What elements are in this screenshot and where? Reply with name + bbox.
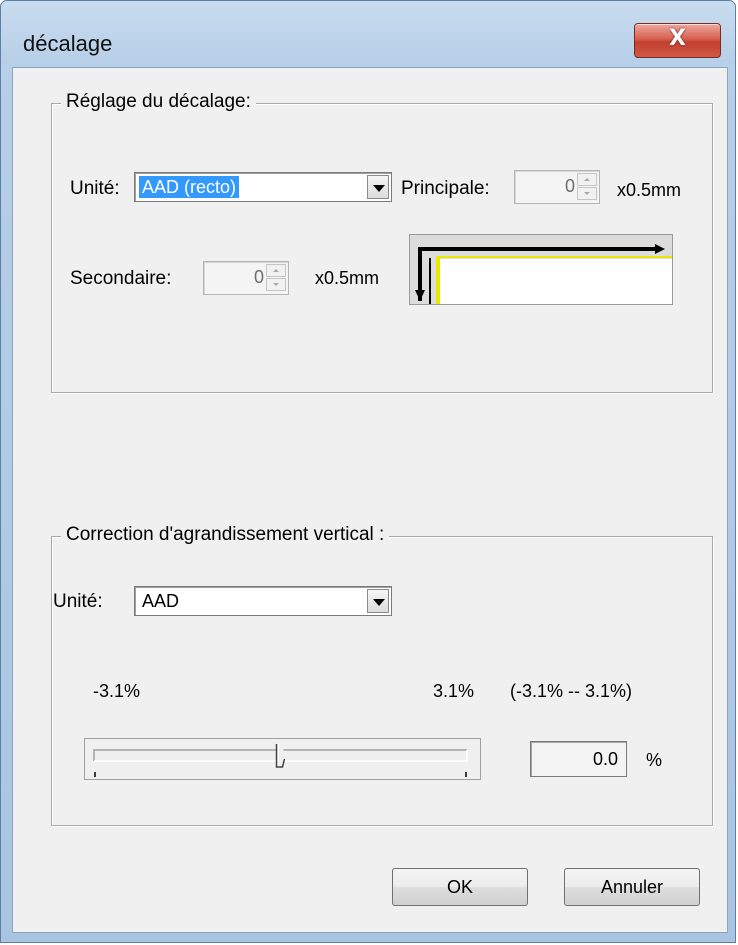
magnification-unit-dropdown[interactable]: AAD [134,586,392,616]
offset-unit-value: AAD (recto) [137,175,241,199]
secondary-unit: x0.5mm [315,268,380,288]
magnification-value-field[interactable]: 0.0 [530,741,627,777]
slider-thumb[interactable] [275,743,286,769]
spin-down-icon[interactable] [266,278,286,291]
dialog-client-area: Réglage du décalage: Unité: AAD (recto) … [12,67,728,933]
magnification-slider[interactable] [84,738,481,780]
secondary-label: Secondaire: [70,268,172,289]
magnification-legend: Correction d'agrandissement vertical : [61,524,390,546]
magnification-unit-value: AAD [142,591,180,611]
principal-spinner[interactable]: 0 [514,170,600,204]
slider-range-label: (-3.1% -- 3.1%) [510,681,633,701]
spin-up-icon[interactable] [266,264,286,277]
offset-preview [409,234,673,305]
magnification-percent-sign: % [646,750,663,770]
window-title: décalage [23,31,113,56]
title-bar[interactable]: décalage X [1,1,735,67]
spin-down-icon[interactable] [577,187,597,200]
secondary-value: 0 [253,267,264,287]
principal-value: 0 [564,176,575,196]
spin-up-icon[interactable] [577,173,597,186]
principal-unit: x0.5mm [617,180,682,200]
ok-button[interactable]: OK [392,868,528,906]
secondary-spinner[interactable]: 0 [203,261,289,295]
principal-label: Principale: [401,178,490,199]
chevron-down-icon[interactable] [367,175,389,199]
chevron-down-icon[interactable] [367,589,389,613]
magnification-value: 0.0 [592,749,618,769]
close-icon: X [669,26,686,51]
offset-unit-label: Unité: [70,178,120,199]
close-button[interactable]: X [634,23,721,58]
cancel-button[interactable]: Annuler [564,868,700,906]
slider-max-label: 3.1% [433,681,475,701]
slider-track-icon [93,743,468,777]
dialog-window: décalage X Réglage du décalage: Unité: A… [0,0,736,943]
offset-direction-arrows-icon [415,244,672,304]
offset-settings-legend: Réglage du décalage: [61,91,256,113]
offset-unit-dropdown[interactable]: AAD (recto) [134,172,392,202]
slider-min-label: -3.1% [93,681,141,701]
magnification-unit-label: Unité: [53,591,103,612]
